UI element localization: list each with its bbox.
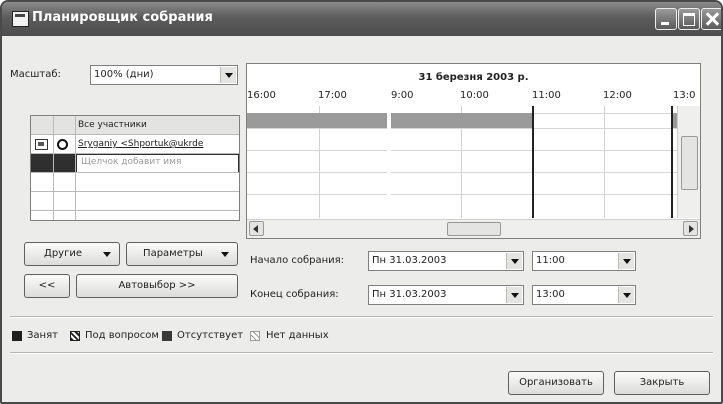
end-time-select[interactable]: 13:00 — [532, 285, 636, 305]
chevron-down-icon — [103, 252, 111, 257]
tentative-swatch-icon — [70, 331, 80, 341]
start-date-select[interactable]: Пн 31.03.2003 — [368, 251, 524, 271]
hour-label: 11:00 — [532, 90, 561, 101]
all-attendees-busy-bar — [247, 113, 387, 128]
options-button[interactable]: Параметры — [126, 242, 238, 266]
vertical-scrollbar[interactable] — [677, 106, 700, 218]
hour-label: 16:00 — [247, 90, 276, 101]
chevron-down-icon[interactable] — [506, 287, 522, 303]
all-attendees-header: Все участники — [78, 120, 147, 130]
hour-label: 12:00 — [603, 90, 632, 101]
add-attendee-row[interactable]: Щелчок добавит имя — [31, 154, 239, 173]
legend-busy: Занят — [27, 330, 58, 341]
schedule-date: 31 березня 2003 р. — [418, 72, 529, 83]
end-label: Конец собрания: — [250, 289, 339, 300]
organize-button[interactable]: Организовать — [508, 371, 604, 395]
day-separator — [387, 106, 391, 218]
empty-row — [31, 173, 239, 192]
meeting-time-selection[interactable] — [532, 106, 673, 218]
chevron-down-icon[interactable] — [506, 253, 522, 269]
attendee-name[interactable]: Sryganiy <Shportuk@ukrde — [78, 139, 203, 149]
chevron-down-icon — [221, 252, 229, 257]
schedule-grid[interactable]: 31 березня 2003 р. 16:00 17:00 9:00 10:0… — [246, 63, 701, 239]
chevron-down-icon[interactable] — [618, 287, 634, 303]
attendees-header-row: Все участники — [31, 116, 239, 135]
previous-slot-button[interactable]: << — [24, 274, 70, 298]
meeting-planner-window: Планировщик собрания Масштаб: 100% (дни)… — [0, 0, 723, 404]
contact-card-icon[interactable] — [35, 139, 48, 150]
close-button[interactable]: Закрыть — [614, 371, 710, 395]
autopick-next-button[interactable]: Автовыбор >> — [76, 274, 238, 298]
zoom-select[interactable]: 100% (дни) — [90, 65, 238, 85]
away-swatch-icon — [162, 331, 172, 341]
previous-slot-label: << — [38, 280, 56, 291]
legend-no-data: Нет данных — [266, 330, 329, 341]
column-divider — [75, 116, 76, 220]
all-attendees-busy-bar — [391, 113, 532, 128]
chevron-down-icon[interactable] — [220, 67, 236, 83]
end-date-value: Пн 31.03.2003 — [372, 289, 447, 300]
scroll-right-icon[interactable] — [683, 221, 698, 236]
chevron-down-icon[interactable] — [618, 253, 634, 269]
zoom-label: Масштаб: — [10, 69, 61, 80]
end-date-select[interactable]: Пн 31.03.2003 — [368, 285, 524, 305]
no-data-swatch-icon — [250, 331, 260, 341]
column-divider — [53, 116, 54, 220]
close-window-button[interactable] — [701, 8, 721, 30]
close-button-label: Закрыть — [639, 377, 685, 388]
scroll-left-icon[interactable] — [249, 221, 264, 236]
legend-tentative: Под вопросом — [85, 330, 159, 341]
attendees-list: Все участники Sryganiy <Shportuk@ukrde Щ… — [30, 115, 240, 221]
start-label: Начало собрания: — [250, 255, 345, 266]
window-title: Планировщик собрания — [32, 10, 213, 25]
maximize-button[interactable] — [678, 8, 700, 30]
horizontal-scrollbar[interactable] — [247, 219, 700, 238]
busy-swatch-icon — [12, 331, 22, 341]
attendee-row[interactable]: Sryganiy <Shportuk@ukrde — [31, 135, 239, 154]
empty-row — [31, 192, 239, 211]
others-button[interactable]: Другие — [24, 242, 120, 266]
hour-label: 10:00 — [460, 90, 489, 101]
legend-away: Отсутствует — [177, 330, 244, 341]
start-time-select[interactable]: 11:00 — [532, 251, 636, 271]
options-button-label: Параметры — [143, 248, 203, 259]
end-time-value: 13:00 — [536, 289, 565, 300]
horizontal-scroll-thumb[interactable] — [447, 222, 501, 236]
hour-label: 9:00 — [391, 90, 414, 101]
start-time-value: 11:00 — [536, 255, 565, 266]
add-name-hint[interactable]: Щелчок добавит имя — [77, 155, 238, 172]
autopick-label: Автовыбор >> — [118, 280, 196, 291]
zoom-value: 100% (дни) — [94, 69, 154, 80]
hour-label: 13:0 — [673, 90, 696, 101]
vertical-scroll-thumb[interactable] — [681, 136, 698, 190]
others-button-label: Другие — [44, 248, 82, 259]
divider — [10, 352, 713, 354]
minimize-button[interactable] — [655, 8, 677, 30]
title-bar[interactable]: Планировщик собрания — [2, 2, 721, 36]
hour-label: 17:00 — [318, 90, 347, 101]
organize-button-label: Организовать — [519, 377, 593, 388]
calendar-icon — [12, 11, 29, 27]
divider — [10, 316, 713, 318]
required-attendee-icon[interactable] — [57, 139, 68, 150]
start-date-value: Пн 31.03.2003 — [372, 255, 447, 266]
